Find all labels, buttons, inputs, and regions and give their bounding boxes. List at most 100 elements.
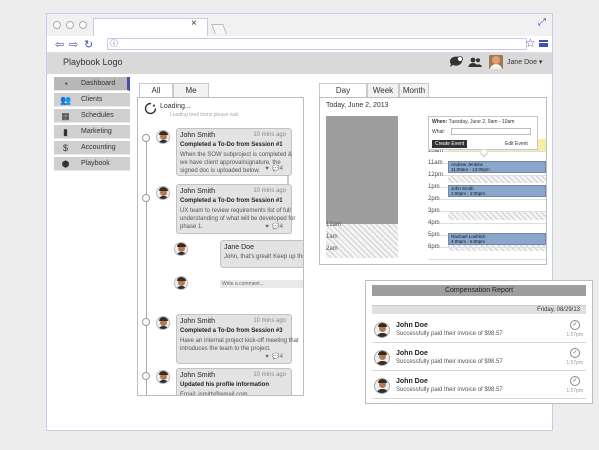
report-row[interactable]: John Doe Successfully paid their invoice …: [372, 345, 586, 371]
popup-when-label: When:: [432, 119, 448, 125]
tab-me-label: Me: [185, 86, 197, 95]
avatar: [156, 316, 170, 330]
user-name-label: Jane Doe: [507, 59, 537, 66]
avatar: [374, 350, 390, 366]
left-time-label: 12am: [326, 222, 342, 228]
feed-card[interactable]: John Smith 10 mins ago Updated his profile…: [176, 368, 292, 395]
event-time: 1:00pm - 2:00pm: [451, 191, 486, 196]
payment-message: Successfully paid their invoice of $98.5…: [396, 387, 503, 393]
comment-icon[interactable]: 💬: [272, 166, 279, 172]
window-minimize-dot[interactable]: [66, 21, 74, 29]
user-name[interactable]: Jane Doe ▾: [507, 58, 542, 66]
info-icon: ⓘ: [110, 39, 118, 48]
avatar: [156, 130, 170, 144]
sidebar-item-label: Marketing: [81, 128, 112, 135]
card-author[interactable]: John Smith: [180, 318, 215, 325]
calendar-event[interactable]: Rachael Loeblich 4:00pm - 5:00pm: [448, 233, 546, 245]
window-close-dot[interactable]: [53, 21, 61, 29]
feed-card[interactable]: John Smith 10 mins ago Completed a To-Do f…: [176, 314, 299, 364]
avatar: [174, 276, 188, 290]
tab-week[interactable]: Week: [367, 83, 399, 97]
sidebar-item-label: Accounting: [81, 144, 116, 151]
heart-icon[interactable]: ♥: [265, 166, 269, 172]
reload-icon[interactable]: ↻: [84, 38, 93, 51]
tab-all-label: All: [151, 86, 161, 95]
tab-me[interactable]: Me: [173, 83, 209, 97]
activity-feed[interactable]: Loading... Loading feed items please wai…: [137, 97, 304, 396]
comment-icon[interactable]: 💬: [272, 354, 279, 360]
tab-all[interactable]: All: [139, 83, 173, 97]
app-logo[interactable]: Playbook Logo: [63, 57, 123, 67]
feed-card[interactable]: John Smith 10 mins ago Completed a To-Do f…: [176, 128, 292, 176]
card-actions: ♥ 💬4: [265, 353, 283, 360]
card-title: Completed a To-Do from Session #1: [180, 142, 283, 148]
check-icon[interactable]: ✓: [570, 376, 580, 386]
card-author[interactable]: John Smith: [180, 188, 215, 195]
left-time-labels: 12am 1am 2am: [326, 222, 398, 258]
check-icon[interactable]: ✓: [570, 320, 580, 330]
timeline-dot: [142, 318, 150, 326]
sidebar-item-playbook[interactable]: ⬢ Playbook: [54, 157, 130, 171]
day-calendar: Today, June 2, 2013 12am1am2am 9am10am11…: [319, 97, 547, 265]
menu-icon[interactable]: [539, 40, 548, 47]
card-time: 10 mins ago: [303, 244, 304, 250]
card-author[interactable]: Jane Doe: [224, 244, 254, 251]
check-icon[interactable]: ✓: [570, 348, 580, 358]
people-icon[interactable]: [468, 56, 482, 68]
edit-event-link[interactable]: Edit Event: [505, 141, 528, 147]
heart-icon[interactable]: ♥: [265, 224, 269, 230]
payment-time: 1:57pm: [566, 360, 583, 366]
calendar-event[interactable]: Andrew Jenkins 11:00am - 12:00pm: [448, 161, 546, 173]
avatar: [374, 378, 390, 394]
forward-icon[interactable]: ⇨: [69, 38, 78, 51]
user-avatar[interactable]: [489, 55, 503, 69]
comment-count: 4: [279, 224, 283, 230]
bookmark-star-icon[interactable]: ☆: [525, 36, 536, 50]
new-tab-button[interactable]: [211, 24, 227, 34]
address-bar[interactable]: ⓘ: [107, 38, 527, 50]
report-title: Compensation Report: [372, 285, 586, 296]
card-body: Have an internal project kick-off meetin…: [180, 338, 299, 352]
sidebar-item-marketing[interactable]: ▮ Marketing: [54, 125, 130, 139]
chevron-down-icon: ▾: [538, 59, 543, 66]
payment-message: Successfully paid their invoice of $98.5…: [396, 359, 503, 365]
calendar-preview-block: [326, 116, 398, 224]
fullscreen-icon[interactable]: ⤢: [538, 17, 546, 28]
report-row[interactable]: John Doe Successfully paid their invoice …: [372, 317, 586, 343]
feed-reply[interactable]: Jane Doe 10 mins ago John, that's great! K…: [220, 240, 304, 268]
event-title-input[interactable]: [451, 128, 531, 135]
tab-day[interactable]: Day: [319, 83, 367, 97]
sidebar-item-label: Dashboard: [81, 80, 116, 87]
window-maximize-dot[interactable]: [79, 21, 87, 29]
left-time-label: 2am: [326, 246, 338, 252]
sidebar-item-schedules[interactable]: ▦ Schedules: [54, 109, 130, 123]
feed-card[interactable]: John Smith 10 mins ago Completed a To-Do f…: [176, 184, 295, 234]
tab-month[interactable]: Month: [399, 83, 429, 97]
popup-what-label: What:: [432, 129, 446, 135]
sidebar-item-clients[interactable]: 👥 Clients: [54, 93, 130, 107]
loading-label: Loading...: [160, 103, 191, 110]
slot-time-label: 6pm: [428, 244, 440, 250]
chat-bubble-icon[interactable]: [449, 56, 463, 68]
payment-time: 1:57pm: [566, 388, 583, 394]
heart-icon[interactable]: ♥: [265, 354, 269, 360]
comment-icon[interactable]: 💬: [272, 224, 279, 230]
dashboard-icon: ◔: [62, 79, 69, 89]
calendar-event[interactable]: John Smith 1:00pm - 2:00pm: [448, 185, 546, 197]
payer-name: John Doe: [396, 378, 428, 385]
card-author[interactable]: John Smith: [180, 372, 215, 379]
loading-icon: [144, 102, 157, 115]
comment-input[interactable]: Write a comment...: [220, 280, 303, 288]
sidebar-item-dashboard[interactable]: ◔ Dashboard: [54, 77, 130, 91]
event-time: 4:00pm - 5:00pm: [451, 239, 486, 244]
avatar: [156, 370, 170, 384]
report-row[interactable]: John Doe Successfully paid their invoice …: [372, 373, 586, 399]
card-author[interactable]: John Smith: [180, 132, 215, 139]
marketing-icon: ▮: [63, 127, 68, 137]
browser-tabbar: × ⤢: [47, 14, 552, 36]
back-icon[interactable]: ⇦: [55, 38, 64, 51]
compensation-report: Compensation Report Friday, 08/29/13 Joh…: [365, 280, 593, 404]
sidebar-item-accounting[interactable]: $ Accounting: [54, 141, 130, 155]
create-event-button[interactable]: Create Event: [432, 140, 468, 148]
tab-close-icon[interactable]: ×: [191, 18, 197, 29]
